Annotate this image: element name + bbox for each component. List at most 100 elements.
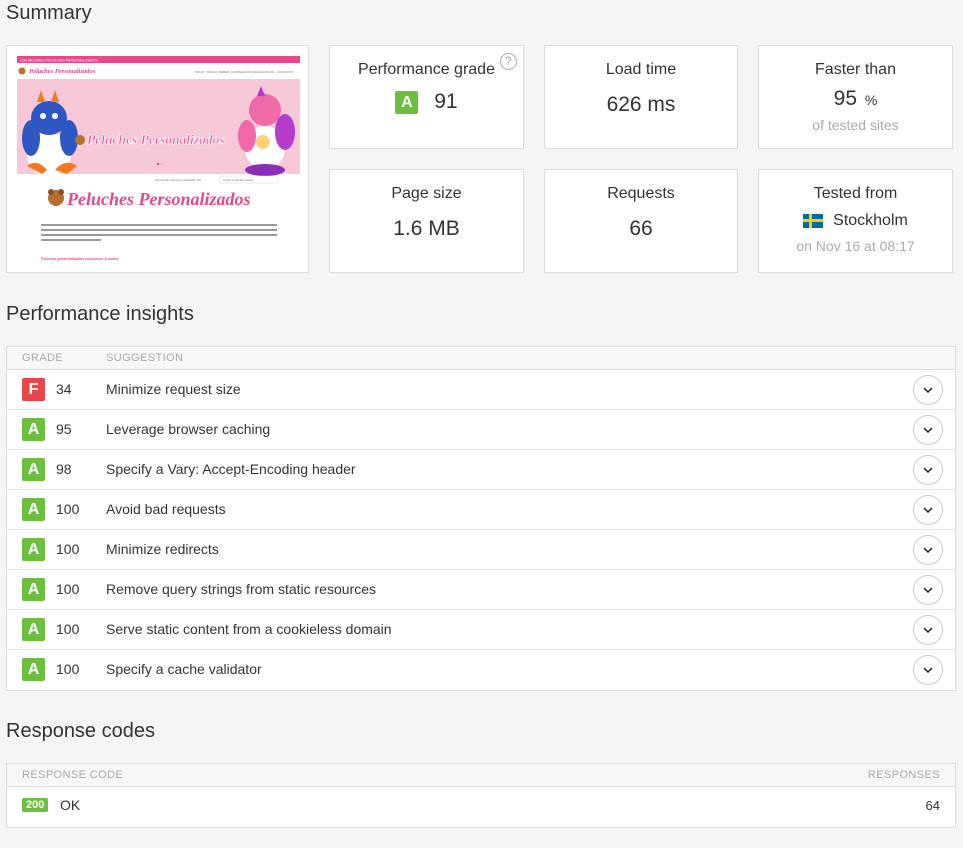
tested-from-card: Tested from Stockholm on Nov 16 at 08:17 [758,169,953,273]
insight-suggestion: Serve static content from a cookieless d… [106,621,392,637]
insights-table-header: GRADE SUGGESTION [7,347,955,370]
tested-from-date: on Nov 16 at 08:17 [796,238,915,254]
response-code-row: 200 OK 64 [7,787,955,827]
performance-grade-value: A 91 [330,90,523,114]
load-time-label: Load time [605,61,677,78]
faster-than-card: Faster than 95 % of tested sites [758,45,953,149]
insight-row[interactable]: F 34 Minimize request size [7,370,955,410]
svg-text:REGALO: REGALO [253,70,266,74]
response-codes-table-body: 200 OK 64 [7,787,955,827]
insight-suggestion: Minimize redirects [106,541,219,557]
page-size-label: Page size [391,185,462,202]
load-time-value: 626 ms [606,93,676,116]
faster-than-value: 95 [833,87,858,110]
tested-from-label: Tested from [813,185,898,202]
expand-button[interactable] [913,455,943,485]
performance-score: 91 [434,90,458,114]
performance-grade-card: Performance grade ? A 91 [329,45,524,149]
insight-row[interactable]: A 100 Remove query strings from static res… [7,570,955,610]
expand-button[interactable] [913,535,943,565]
svg-text:CUMPLEAÑOS: CUMPLEAÑOS [231,69,252,74]
thumb-top-bar-text: LOS MEJORES PELUCHES PERSONALIZADOS [20,59,98,63]
grade-badge: A [22,458,45,481]
insight-score: 98 [56,461,72,477]
chevron-down-icon [923,507,933,514]
chevron-down-icon [923,587,933,594]
grade-badge: A [22,578,45,601]
thumb-heading-text: Peluches Personalizados [66,189,251,209]
insight-score: 34 [56,381,72,397]
tested-from-city: Stockholm [833,212,908,229]
svg-text:BODAS: BODAS [207,70,218,74]
grade-badge: A [22,618,45,641]
insight-row[interactable]: A 100 Minimize redirects [7,530,955,570]
insights-table-body: F 34 Minimize request size A 95 Leverage brow… [7,370,955,690]
response-code-text: OK [60,797,81,813]
grade-column-header: GRADE [22,352,64,364]
svg-text:Mostrando todos los resultados: Mostrando todos los resultados 36 [155,178,201,182]
requests-value: 66 [629,217,653,240]
insight-suggestion: Leverage browser caching [106,421,271,437]
faster-than-unit: % [864,92,878,108]
tested-from-location: Stockholm [759,212,952,230]
insights-title: Performance insights [6,303,194,325]
insight-score: 100 [56,501,80,517]
chevron-down-icon [923,547,933,554]
expand-button[interactable] [913,375,943,405]
faster-than-sub: of tested sites [812,117,899,133]
chevron-down-icon [923,667,933,674]
chevron-down-icon [923,627,933,634]
summary-title: Summary [6,2,92,24]
help-icon[interactable]: ? [500,53,517,70]
insight-score: 100 [56,581,80,597]
expand-button[interactable] [913,495,943,525]
svg-text:CONTACTO: CONTACTO [277,70,294,74]
faster-than-value-wrap: 95 % [759,87,952,111]
svg-text:INICIO: INICIO [195,70,205,74]
insight-row[interactable]: A 100 Avoid bad requests [7,490,955,530]
insight-suggestion: Remove query strings from static resourc… [106,581,376,597]
grade-badge: A [395,90,419,114]
insight-score: 100 [56,541,80,557]
site-screenshot-image: LOS MEJORES PELUCHES PERSONALIZADOS Pelu… [7,46,308,272]
insight-score: 100 [56,661,80,677]
response-code-badge: 200 [22,798,49,812]
load-time-card: Load time 626 ms [544,45,738,149]
response-code-column-header: RESPONSE CODE [22,769,124,781]
insight-suggestion: Specify a cache validator [106,661,262,677]
expand-button[interactable] [913,655,943,685]
thumb-footer-text: Peluches personalizados exclusivos & osi… [41,257,119,261]
chevron-down-icon [923,427,933,434]
expand-button[interactable] [913,575,943,605]
svg-text:BEBÉS: BEBÉS [219,69,229,74]
insight-row[interactable]: A 98 Specify a Vary: Accept-Encoding heade… [7,450,955,490]
expand-button[interactable] [913,415,943,445]
page-size-card: Page size 1.6 MB [329,169,524,273]
response-codes-title: Response codes [6,720,155,742]
grade-badge: A [22,498,45,521]
insight-suggestion: Minimize request size [106,381,241,397]
chevron-down-icon [923,467,933,474]
chevron-down-icon [923,387,933,394]
insight-row[interactable]: A 100 Specify a cache validator [7,650,955,690]
insight-row[interactable]: A 95 Leverage browser caching [7,410,955,450]
responses-column-header: RESPONSES [867,769,940,781]
insight-row[interactable]: A 100 Serve static content from a cookiele… [7,610,955,650]
response-codes-table-header: RESPONSE CODE RESPONSES [7,764,955,787]
insights-table: GRADE SUGGESTION F 34 Minimize request siz… [6,346,956,691]
faster-than-label: Faster than [815,61,896,78]
requests-card: Requests 66 [544,169,738,273]
requests-label: Requests [607,185,675,202]
insight-suggestion: Avoid bad requests [106,501,226,517]
grade-badge: A [22,418,45,441]
site-screenshot-thumbnail: LOS MEJORES PELUCHES PERSONALIZADOS Pelu… [6,45,309,273]
insight-score: 100 [56,621,80,637]
response-count: 64 [925,798,940,813]
page-size-value: 1.6 MB [393,217,460,240]
suggestion-column-header: SUGGESTION [106,352,184,364]
thumb-hero-text: Peluches Personalizados [87,132,225,147]
performance-grade-label: Performance grade [358,61,495,78]
grade-badge: A [22,658,45,681]
expand-button[interactable] [913,615,943,645]
svg-text:BLOG: BLOG [266,70,275,74]
